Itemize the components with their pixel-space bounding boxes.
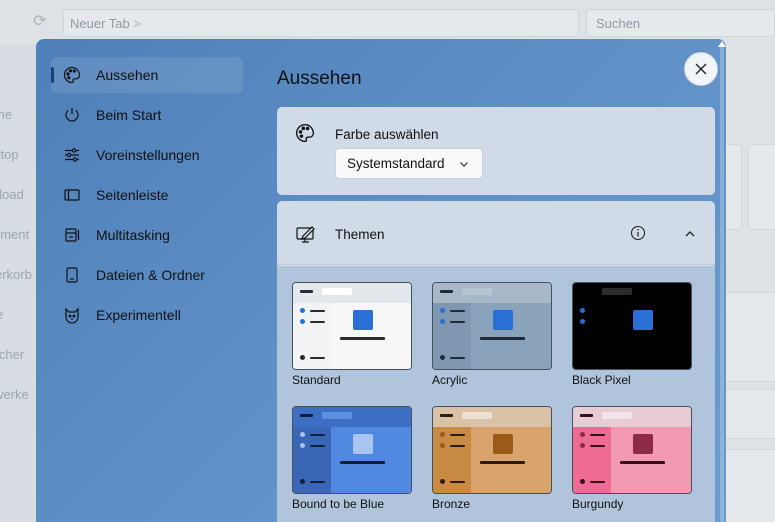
nav-item-beim-start[interactable]: Beim Start — [51, 97, 243, 133]
chevron-down-icon — [460, 162, 468, 167]
nav-item-label: Dateien & Ordner — [96, 267, 205, 283]
color-card: Farbe auswählen Systemstandard — [277, 107, 715, 195]
palette-icon — [62, 66, 82, 84]
theme-name: Standard — [292, 373, 341, 387]
settings-content: Aussehen Farbe auswählen Systemstandard … — [276, 39, 726, 522]
palette-icon — [295, 123, 317, 143]
theme-tile[interactable]: Burgundy — [572, 406, 692, 511]
file-icon — [62, 266, 82, 284]
close-icon — [695, 63, 707, 75]
theme-preview — [432, 282, 552, 370]
scrollbar[interactable] — [720, 43, 724, 522]
nav-item-label: Beim Start — [96, 107, 162, 123]
nav-item-experimentell[interactable]: Experimentell — [51, 297, 243, 333]
themes-card: Themen Standard Acrylic Black Pixel Bound t… — [277, 201, 715, 522]
theme-preview — [292, 406, 412, 494]
nav-item-label: Voreinstellungen — [96, 147, 200, 163]
active-indicator — [51, 67, 54, 83]
power-icon — [62, 106, 82, 124]
themes-grid: Standard Acrylic Black Pixel Bound to be Bl… — [277, 266, 715, 522]
nav-item-voreinstellungen[interactable]: Voreinstellungen — [51, 137, 243, 173]
theme-preview — [572, 406, 692, 494]
multitasking-icon — [62, 226, 82, 244]
theme-name: Black Pixel — [572, 373, 631, 387]
scroll-up-icon[interactable] — [718, 41, 726, 47]
color-label: Farbe auswählen — [335, 127, 439, 142]
nav-item-aussehen[interactable]: Aussehen — [51, 57, 243, 93]
theme-name: Bronze — [432, 497, 471, 511]
info-icon[interactable] — [629, 224, 647, 242]
nav-item-label: Experimentell — [96, 307, 181, 323]
theme-preview — [292, 282, 412, 370]
chevron-up-icon[interactable] — [683, 227, 697, 241]
settings-dialog: Aussehen Beim Start Voreinstellungen Sei… — [36, 39, 726, 522]
theme-preview — [572, 282, 692, 370]
sidebar-icon — [62, 186, 82, 204]
theme-tile[interactable]: Standard — [292, 282, 412, 387]
close-button[interactable] — [684, 52, 718, 86]
theme-name: Burgundy — [572, 497, 624, 511]
settings-nav: Aussehen Beim Start Voreinstellungen Sei… — [36, 39, 256, 522]
theme-tile[interactable]: Black Pixel — [572, 282, 692, 387]
themes-label: Themen — [335, 227, 385, 242]
theme-tile[interactable]: Acrylic — [432, 282, 552, 387]
page-title: Aussehen — [277, 68, 362, 89]
nav-item-label: Aussehen — [96, 67, 159, 83]
nav-item-dateien-ordner[interactable]: Dateien & Ordner — [51, 257, 243, 293]
color-select[interactable]: Systemstandard — [335, 148, 483, 179]
sliders-icon — [62, 146, 82, 164]
nav-item-label: Multitasking — [96, 227, 170, 243]
nav-item-label: Seitenleiste — [96, 187, 169, 203]
color-select-value: Systemstandard — [347, 156, 445, 171]
nav-item-seitenleiste[interactable]: Seitenleiste — [51, 177, 243, 213]
theme-name: Bound to be Blue — [292, 497, 385, 511]
cat-icon — [62, 306, 82, 324]
theme-tile[interactable]: Bronze — [432, 406, 552, 511]
nav-item-multitasking[interactable]: Multitasking — [51, 217, 243, 253]
theme-name: Acrylic — [432, 373, 468, 387]
theme-tile[interactable]: Bound to be Blue — [292, 406, 412, 511]
theme-preview — [432, 406, 552, 494]
theme-brush-icon — [295, 224, 317, 244]
themes-header[interactable]: Themen — [277, 201, 715, 265]
